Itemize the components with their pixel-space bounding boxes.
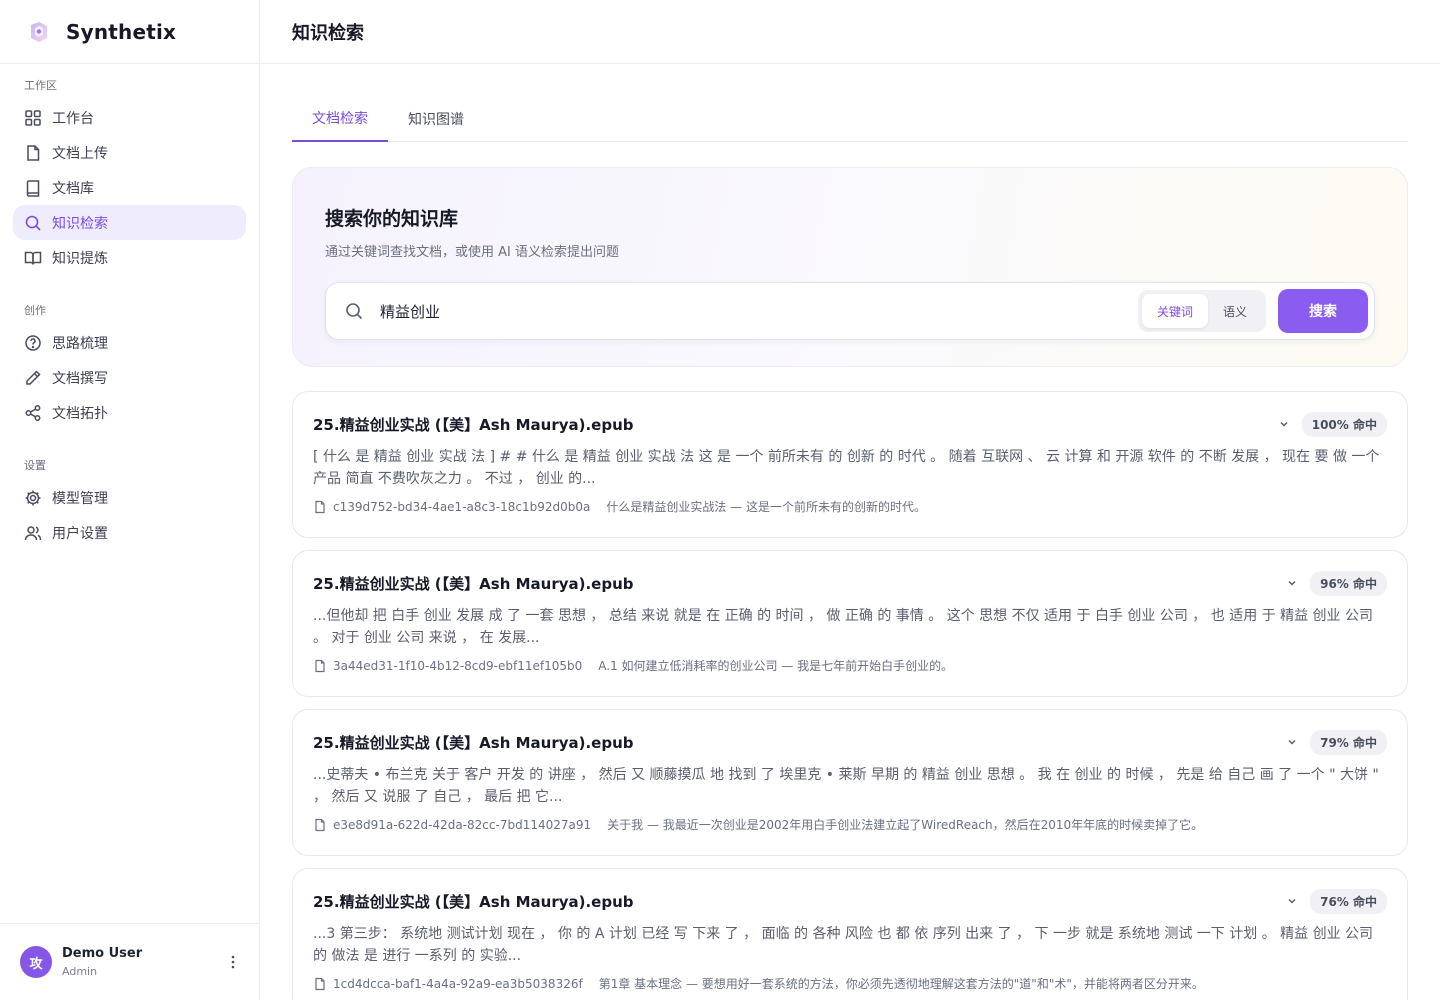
result-card[interactable]: 25.精益创业实战 (【美】Ash Maurya).epub 79% 命中 ..… <box>292 709 1408 856</box>
result-snippet: ...3 第三步： 系统地 测试计划 现在 ， 你 的 A 计划 已经 写 下来… <box>313 926 1374 964</box>
sidebar-item-upload[interactable]: 文档上传 <box>13 135 246 170</box>
tab-knowledge-graph[interactable]: 知识图谱 <box>388 96 484 142</box>
sidebar-item-user-settings[interactable]: 用户设置 <box>13 515 246 550</box>
chevron-down-icon[interactable] <box>1284 893 1300 909</box>
file-icon <box>315 659 325 672</box>
user-profile[interactable]: 攻 Demo User Admin <box>0 923 259 1000</box>
user-role: Admin <box>62 965 98 978</box>
result-snippet: ...但他却 把 白手 创业 发展 成 了 一套 思想 ， 总结 来说 就是 在… <box>313 608 1374 646</box>
file-icon <box>315 500 325 513</box>
result-title[interactable]: 25.精益创业实战 (【美】Ash Maurya).epub <box>313 732 1284 753</box>
result-title[interactable]: 25.精益创业实战 (【美】Ash Maurya).epub <box>313 573 1284 594</box>
search-button[interactable]: 搜索 <box>1278 289 1368 333</box>
doc-section: A.1 如何建立低消耗率的创业公司 — 我是七年前开始白手创业的。 <box>598 659 954 673</box>
grid-icon <box>24 109 42 127</box>
result-meta: e3e8d91a-622d-42da-82cc-7bd114027a91 关于我… <box>313 816 1387 833</box>
result-card[interactable]: 25.精益创业实战 (【美】Ash Maurya).epub 100% 命中 [… <box>292 391 1408 538</box>
file-icon <box>24 144 42 162</box>
tab-bar: 文档检索 知识图谱 <box>292 96 1408 142</box>
synthetix-logo-icon <box>31 21 47 42</box>
sidebar-item-label: 模型管理 <box>52 490 108 507</box>
mode-keyword-button[interactable]: 关键词 <box>1141 294 1208 328</box>
share-icon <box>24 404 42 422</box>
gear-icon <box>24 489 42 507</box>
results-list: 25.精益创业实战 (【美】Ash Maurya).epub 100% 命中 [… <box>292 391 1408 1000</box>
file-icon <box>315 977 325 990</box>
book-icon <box>24 179 42 197</box>
sidebar-item-label: 文档库 <box>52 180 94 197</box>
pencil-icon <box>24 369 42 387</box>
doc-id: 3a44ed31-1f10-4b12-8cd9-ebf11ef105b0 <box>333 658 583 673</box>
sidebar-item-models[interactable]: 模型管理 <box>13 480 246 515</box>
chevron-down-icon[interactable] <box>1276 416 1292 432</box>
hit-badge: 76% 命中 <box>1310 888 1387 914</box>
brand-name: Synthetix <box>66 19 177 44</box>
doc-section: 什么是精益创业实战法 — 这是一个前所未有的创新的时代。 <box>606 500 926 514</box>
sidebar-item-label: 思路梳理 <box>52 335 108 352</box>
hit-badge: 100% 命中 <box>1301 411 1387 437</box>
nav-section-create: 创作 <box>24 304 46 317</box>
more-vertical-icon[interactable] <box>223 955 243 969</box>
search-icon <box>346 303 363 320</box>
result-card[interactable]: 25.精益创业实战 (【美】Ash Maurya).epub 96% 命中 ..… <box>292 550 1408 697</box>
search-mode-toggle: 关键词 语义 <box>1137 290 1266 332</box>
sidebar-item-library[interactable]: 文档库 <box>13 170 246 205</box>
doc-section: 关于我 — 我最近一次创业是2002年用白手创业法建立起了WiredReach，… <box>607 818 1204 832</box>
tab-doc-search[interactable]: 文档检索 <box>292 96 388 142</box>
users-icon <box>24 524 42 542</box>
search-input[interactable] <box>380 291 1138 331</box>
search-subtitle: 通过关键词查找文档，或使用 AI 语义检索提出问题 <box>325 245 619 260</box>
doc-id: e3e8d91a-622d-42da-82cc-7bd114027a91 <box>333 817 592 832</box>
sidebar-item-label: 文档撰写 <box>52 370 108 387</box>
doc-section: 第1章 基本理念 — 要想用好一套系统的方法，你必须先透彻地理解这套方法的"道"… <box>598 977 1204 991</box>
sidebar-item-label: 工作台 <box>52 110 94 127</box>
sidebar-item-label: 用户设置 <box>52 525 108 542</box>
sidebar-item-writing[interactable]: 文档撰写 <box>13 360 246 395</box>
sidebar-item-label: 知识检索 <box>52 215 108 232</box>
open-book-icon <box>24 249 42 267</box>
question-circle-icon <box>24 334 42 352</box>
result-meta: 1cd4dcca-baf1-4a4a-92a9-ea3b5038326f 第1章… <box>313 975 1387 992</box>
sidebar-item-label: 知识提炼 <box>52 250 108 267</box>
doc-id: c139d752-bd34-4ae1-a8c3-18c1b92d0b0a <box>333 499 591 514</box>
main-content: 文档检索 知识图谱 搜索你的知识库 通过关键词查找文档，或使用 AI 语义检索提… <box>292 96 1408 1000</box>
sidebar-item-label: 文档拓扑 <box>52 405 108 422</box>
search-title: 搜索你的知识库 <box>325 208 459 230</box>
sidebar-item-label: 文档上传 <box>52 145 108 162</box>
avatar: 攻 <box>20 946 52 978</box>
search-box: 关键词 语义 搜索 <box>325 282 1375 340</box>
search-panel: 搜索你的知识库 通过关键词查找文档，或使用 AI 语义检索提出问题 关键词 语义… <box>292 167 1408 367</box>
sidebar-item-distill[interactable]: 知识提炼 <box>13 240 246 275</box>
result-title[interactable]: 25.精益创业实战 (【美】Ash Maurya).epub <box>313 414 1276 435</box>
search-icon <box>24 214 42 232</box>
result-title[interactable]: 25.精益创业实战 (【美】Ash Maurya).epub <box>313 891 1284 912</box>
result-meta: c139d752-bd34-4ae1-a8c3-18c1b92d0b0a 什么是… <box>313 498 1387 515</box>
sidebar-item-dashboard[interactable]: 工作台 <box>13 100 246 135</box>
result-meta: 3a44ed31-1f10-4b12-8cd9-ebf11ef105b0 A.1… <box>313 657 1387 674</box>
sidebar: Synthetix 工作区 工作台 文档上传 文档库 知识检索 知识提炼 创作 … <box>0 0 260 1000</box>
sidebar-item-search[interactable]: 知识检索 <box>13 205 246 240</box>
chevron-down-icon[interactable] <box>1284 734 1300 750</box>
nav-section-settings: 设置 <box>24 459 46 472</box>
nav-section-workspace: 工作区 <box>24 79 57 92</box>
top-bar: 知识检索 <box>260 0 1440 64</box>
user-info: Demo User Admin <box>62 946 223 978</box>
brand[interactable]: Synthetix <box>0 0 259 64</box>
hit-badge: 96% 命中 <box>1310 570 1387 596</box>
hit-badge: 79% 命中 <box>1310 729 1387 755</box>
file-icon <box>315 818 325 831</box>
page-title: 知识检索 <box>292 22 364 44</box>
result-snippet: ...史蒂夫 • 布兰克 关于 客户 开发 的 讲座 ， 然后 又 顺藤摸瓜 地… <box>313 767 1379 805</box>
sidebar-item-topology[interactable]: 文档拓扑 <box>13 395 246 430</box>
doc-id: 1cd4dcca-baf1-4a4a-92a9-ea3b5038326f <box>333 976 583 991</box>
user-name: Demo User <box>62 946 143 961</box>
sidebar-item-ideas[interactable]: 思路梳理 <box>13 325 246 360</box>
result-card[interactable]: 25.精益创业实战 (【美】Ash Maurya).epub 76% 命中 ..… <box>292 868 1408 1000</box>
chevron-down-icon[interactable] <box>1284 575 1300 591</box>
mode-semantic-button[interactable]: 语义 <box>1208 294 1262 328</box>
result-snippet: [ 什么 是 精益 创业 实战 法 ] # # 什么 是 精益 创业 实战 法 … <box>313 449 1380 487</box>
